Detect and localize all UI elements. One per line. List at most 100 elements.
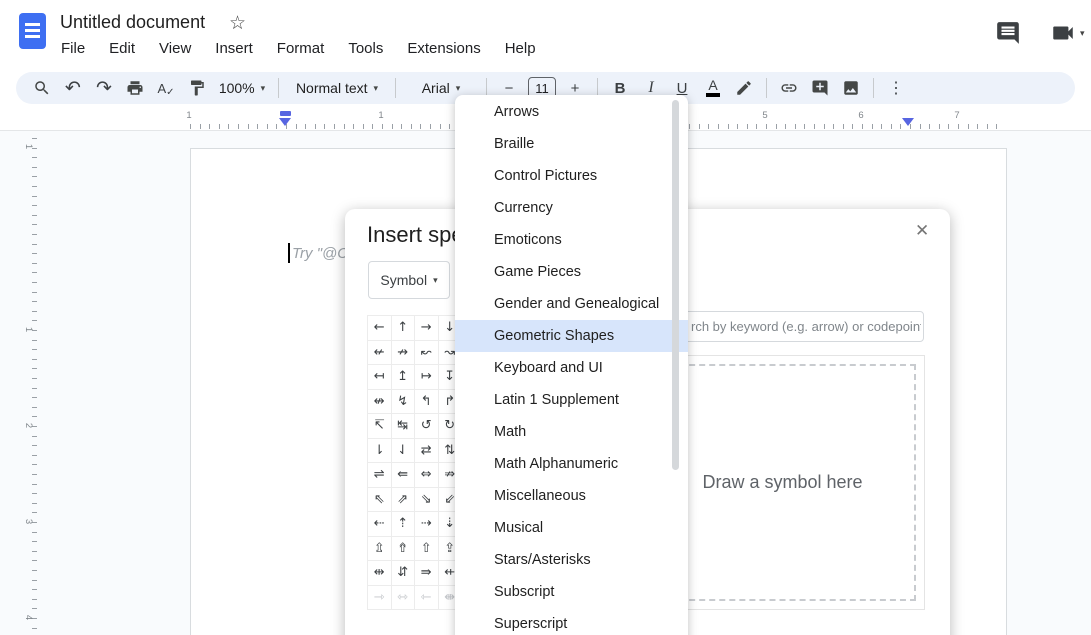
- char-cell[interactable]: ⇹: [368, 561, 392, 586]
- ruler-tick: [439, 124, 441, 129]
- menu-item-arrows[interactable]: Arrows: [455, 96, 688, 128]
- ruler-tick: [32, 253, 37, 255]
- char-cell[interactable]: ↹: [391, 414, 415, 439]
- add-comment-button[interactable]: [808, 76, 832, 100]
- text-color-button[interactable]: A: [701, 76, 725, 100]
- insert-image-button[interactable]: [839, 76, 863, 100]
- ruler-tick: [881, 124, 883, 129]
- close-icon[interactable]: ✕: [915, 221, 929, 241]
- menu-item-subscript[interactable]: Subscript: [455, 576, 688, 608]
- char-cell[interactable]: ↜: [415, 340, 439, 365]
- char-cell[interactable]: ⇧: [415, 536, 439, 561]
- star-icon[interactable]: ☆: [229, 12, 246, 35]
- print-button[interactable]: [123, 76, 147, 100]
- ruler-tick: [430, 124, 431, 129]
- menu-item-superscript[interactable]: Superscript: [455, 608, 688, 635]
- char-cell[interactable]: ⇖: [368, 487, 392, 512]
- paint-format-button[interactable]: [185, 76, 209, 100]
- ruler-tick: [852, 124, 854, 129]
- search-menus-icon[interactable]: [30, 76, 54, 100]
- ruler-tick: [324, 124, 326, 129]
- menubar-item-view[interactable]: View: [156, 38, 194, 59]
- undo-button[interactable]: ↶: [61, 76, 85, 100]
- insert-link-button[interactable]: [777, 76, 801, 100]
- char-cell[interactable]: ⇾: [368, 585, 392, 610]
- char-cell[interactable]: ↥: [391, 365, 415, 390]
- ruler-tick: [199, 124, 201, 129]
- menu-item-game-pieces[interactable]: Game Pieces: [455, 256, 688, 288]
- char-cell[interactable]: ↚: [368, 340, 392, 365]
- char-cell[interactable]: ⇛: [415, 561, 439, 586]
- right-indent-marker[interactable]: [902, 118, 914, 126]
- char-cell[interactable]: ↰: [415, 389, 439, 414]
- ruler-tick: [32, 214, 37, 216]
- open-comments-icon[interactable]: [995, 20, 1021, 46]
- char-cell[interactable]: ↮: [368, 389, 392, 414]
- menu-item-musical[interactable]: Musical: [455, 512, 688, 544]
- char-cell[interactable]: ⇗: [391, 487, 415, 512]
- char-cell[interactable]: ⇔: [415, 463, 439, 488]
- menu-item-emoticons[interactable]: Emoticons: [455, 224, 688, 256]
- menu-item-gender-and-genealogical[interactable]: Gender and Genealogical: [455, 288, 688, 320]
- char-cell[interactable]: ↤: [368, 365, 392, 390]
- menubar-item-edit[interactable]: Edit: [106, 38, 138, 59]
- char-cell[interactable]: ⇢: [415, 512, 439, 537]
- menu-item-control-pictures[interactable]: Control Pictures: [455, 160, 688, 192]
- first-line-indent-marker[interactable]: [280, 111, 291, 116]
- menubar-item-format[interactable]: Format: [274, 38, 328, 59]
- redo-button[interactable]: ↷: [92, 76, 116, 100]
- char-cell[interactable]: ⇫: [368, 536, 392, 561]
- menubar-item-extensions[interactable]: Extensions: [404, 38, 483, 59]
- menu-item-braille[interactable]: Braille: [455, 128, 688, 160]
- char-cell[interactable]: ⇿: [391, 585, 415, 610]
- char-cell[interactable]: ⇽: [415, 585, 439, 610]
- menu-item-math[interactable]: Math: [455, 416, 688, 448]
- menubar-item-help[interactable]: Help: [502, 38, 539, 59]
- menubar: File Edit View Insert Format Tools Extensions H…: [58, 38, 539, 59]
- char-cell[interactable]: ↯: [391, 389, 415, 414]
- menu-item-math-alphanumeric[interactable]: Math Alphanumeric: [455, 448, 688, 480]
- menubar-item-tools[interactable]: Tools: [345, 38, 386, 59]
- char-cell[interactable]: ↦: [415, 365, 439, 390]
- meet-dropdown-caret-icon[interactable]: ▾: [1080, 28, 1091, 54]
- menu-item-miscellaneous[interactable]: Miscellaneous: [455, 480, 688, 512]
- menubar-item-file[interactable]: File: [58, 38, 88, 59]
- draw-symbol-canvas[interactable]: Draw a symbol here: [649, 364, 916, 601]
- char-cell[interactable]: ↛: [391, 340, 415, 365]
- paragraph-style-select[interactable]: Normal text ▾: [289, 76, 385, 100]
- char-cell[interactable]: ⇂: [368, 438, 392, 463]
- char-cell[interactable]: ↑: [391, 316, 415, 341]
- char-cell[interactable]: →: [415, 316, 439, 341]
- char-cell[interactable]: ⇌: [368, 463, 392, 488]
- char-cell[interactable]: ↺: [415, 414, 439, 439]
- char-cell[interactable]: ⇚: [391, 463, 415, 488]
- ruler-tick: [334, 124, 335, 129]
- meet-videocam-icon[interactable]: [1050, 20, 1076, 46]
- left-indent-marker[interactable]: [279, 118, 291, 126]
- char-cell[interactable]: ⇡: [391, 512, 415, 537]
- menubar-item-insert[interactable]: Insert: [212, 38, 256, 59]
- menu-scrollbar-thumb[interactable]: [672, 100, 679, 470]
- more-options-button[interactable]: ⋮: [884, 76, 908, 100]
- docs-logo-icon[interactable]: [19, 13, 46, 49]
- char-cell[interactable]: ⇠: [368, 512, 392, 537]
- char-cell[interactable]: ←: [368, 316, 392, 341]
- zoom-select[interactable]: 100% ▾: [216, 76, 268, 100]
- menu-item-latin-1-supplement[interactable]: Latin 1 Supplement: [455, 384, 688, 416]
- char-cell[interactable]: ⇄: [415, 438, 439, 463]
- char-cell[interactable]: ↸: [368, 414, 392, 439]
- document-title[interactable]: Untitled document: [60, 12, 205, 33]
- spellcheck-button[interactable]: A ✓: [154, 76, 178, 100]
- ruler-tick: [785, 124, 787, 129]
- menu-item-currency[interactable]: Currency: [455, 192, 688, 224]
- menu-item-keyboard-and-ui[interactable]: Keyboard and UI: [455, 352, 688, 384]
- highlight-color-button[interactable]: [732, 76, 756, 100]
- menu-item-geometric-shapes[interactable]: Geometric Shapes: [455, 320, 688, 352]
- char-cell[interactable]: ⇃: [391, 438, 415, 463]
- ruler-tick: [958, 124, 959, 129]
- symbol-category-dropdown[interactable]: Symbol ▾: [368, 261, 450, 299]
- char-cell[interactable]: ⇘: [415, 487, 439, 512]
- char-cell[interactable]: ⇵: [391, 561, 415, 586]
- menu-item-stars-asterisks[interactable]: Stars/Asterisks: [455, 544, 688, 576]
- char-cell[interactable]: ⇮: [391, 536, 415, 561]
